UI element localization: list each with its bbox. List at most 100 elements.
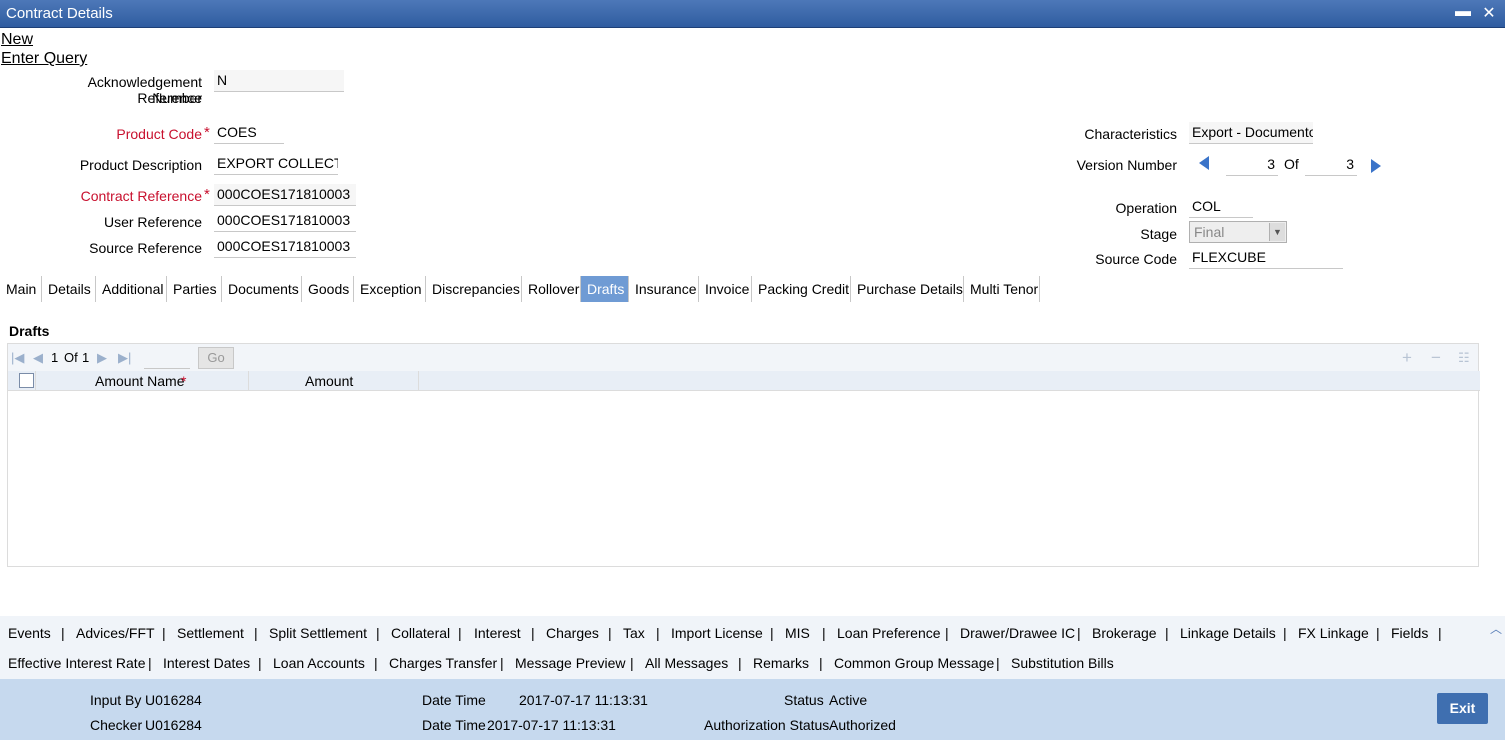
version-current-field[interactable]: 3 <box>1226 154 1278 176</box>
delete-row-icon[interactable]: − <box>1431 348 1441 368</box>
minimize-icon[interactable]: ▬ <box>1452 3 1474 23</box>
link-import-license[interactable]: Import License <box>671 625 763 641</box>
go-button[interactable]: Go <box>198 347 234 369</box>
tab-exception[interactable]: Exception <box>354 276 426 302</box>
link-advices-fft[interactable]: Advices/FFT <box>76 625 155 641</box>
next-page-icon[interactable]: ▶ <box>97 350 107 366</box>
single-view-icon[interactable]: ☷ <box>1458 350 1470 366</box>
link-linkage-details[interactable]: Linkage Details <box>1180 625 1276 641</box>
link-charges-transfer[interactable]: Charges Transfer <box>389 655 497 671</box>
tab-parties[interactable]: Parties <box>167 276 222 302</box>
link-separator: | <box>258 655 262 671</box>
link-remarks[interactable]: Remarks <box>753 655 809 671</box>
exit-button[interactable]: Exit <box>1437 693 1488 724</box>
tab-goods[interactable]: Goods <box>302 276 354 302</box>
link-separator: | <box>254 625 258 641</box>
link-separator: | <box>630 655 634 671</box>
chevron-up-icon[interactable]: ︿ <box>1490 620 1502 637</box>
tab-documents[interactable]: Documents <box>222 276 302 302</box>
required-marker: * <box>204 124 210 141</box>
link-effective-interest-rate[interactable]: Effective Interest Rate <box>8 655 145 671</box>
link-separator: | <box>162 625 166 641</box>
drafts-grid: |◀ ◀ 1 Of 1 ▶ ▶| Go + − ☷ Amount Name * … <box>7 343 1480 567</box>
link-loan-accounts[interactable]: Loan Accounts <box>273 655 365 671</box>
link-separator: | <box>148 655 152 671</box>
select-all-checkbox[interactable] <box>19 373 34 388</box>
add-row-icon[interactable]: + <box>1402 348 1412 368</box>
link-interest[interactable]: Interest <box>474 625 521 641</box>
last-page-icon[interactable]: ▶| <box>118 350 131 366</box>
close-icon[interactable]: ✕ <box>1478 3 1500 23</box>
tab-rollover[interactable]: Rollover <box>522 276 581 302</box>
previous-page-icon[interactable]: ◀ <box>33 350 43 366</box>
product-code-field[interactable]: COES <box>214 122 284 144</box>
link-loan-preference[interactable]: Loan Preference <box>837 625 941 641</box>
user-ref-field[interactable]: 000COES171810003 <box>214 210 356 232</box>
grid-toolbar: |◀ ◀ 1 Of 1 ▶ ▶| Go + − ☷ <box>8 344 1478 371</box>
stage-label: Stage <box>1140 226 1177 242</box>
tab-details[interactable]: Details <box>42 276 96 302</box>
link-collateral[interactable]: Collateral <box>391 625 450 641</box>
tab-additional[interactable]: Additional <box>96 276 167 302</box>
tab-main[interactable]: Main <box>0 276 42 302</box>
first-page-icon[interactable]: |◀ <box>11 350 24 366</box>
contract-ref-label: Contract Reference <box>80 188 202 204</box>
operation-label: Operation <box>1115 200 1177 216</box>
tab-packing-credit[interactable]: Packing Credit <box>752 276 851 302</box>
date-time-value: 2017-07-17 11:13:31 <box>519 692 648 708</box>
tab-purchase-details[interactable]: Purchase Details <box>851 276 964 302</box>
tab-discrepancies[interactable]: Discrepancies <box>426 276 522 302</box>
previous-version-icon[interactable] <box>1199 156 1209 170</box>
operation-field[interactable]: COL <box>1189 196 1253 218</box>
tab-multi-tenor[interactable]: Multi Tenor <box>964 276 1040 302</box>
link-split-settlement[interactable]: Split Settlement <box>269 625 367 641</box>
stage-select[interactable]: Final ▼ <box>1189 221 1287 243</box>
characteristics-field[interactable]: Export - Documento <box>1189 122 1313 144</box>
enter-query-link[interactable]: Enter Query <box>1 50 87 68</box>
tab-drafts[interactable]: Drafts <box>581 276 629 302</box>
pager-current: 1 <box>51 350 59 365</box>
contract-ref-field[interactable]: 000COES171810003 <box>214 184 356 206</box>
source-ref-field[interactable]: 000COES171810003 <box>214 236 356 258</box>
grid-header: Amount Name * Amount <box>8 371 1480 391</box>
tab-bar: Main Details Additional Parties Documents Goo… <box>0 276 1505 302</box>
tab-insurance[interactable]: Insurance <box>629 276 699 302</box>
link-mis[interactable]: MIS <box>785 625 810 641</box>
link-fx-linkage[interactable]: FX Linkage <box>1298 625 1369 641</box>
column-amount-name[interactable]: Amount Name * <box>35 371 249 391</box>
tab-invoice[interactable]: Invoice <box>699 276 752 302</box>
link-message-preview[interactable]: Message Preview <box>515 655 626 671</box>
source-ref-label: Source Reference <box>89 240 202 256</box>
date-time-label: Date Time <box>422 692 486 708</box>
link-brokerage[interactable]: Brokerage <box>1092 625 1157 641</box>
status-label: Status <box>784 692 824 708</box>
link-separator: | <box>458 625 462 641</box>
link-separator: | <box>996 655 1000 671</box>
link-separator: | <box>945 625 949 641</box>
link-all-messages[interactable]: All Messages <box>645 655 728 671</box>
product-desc-label: Product Description <box>79 157 202 173</box>
link-settlement[interactable]: Settlement <box>177 625 244 641</box>
authorization-status-value: Authorized <box>829 717 896 733</box>
column-amount[interactable]: Amount <box>249 371 419 391</box>
next-version-icon[interactable] <box>1371 159 1381 173</box>
link-interest-dates[interactable]: Interest Dates <box>163 655 250 671</box>
link-substitution-bills[interactable]: Substitution Bills <box>1011 655 1114 671</box>
input-by-label: Input By <box>90 692 142 708</box>
link-separator: | <box>656 625 660 641</box>
link-events[interactable]: Events <box>8 625 51 641</box>
link-common-group-message[interactable]: Common Group Message <box>834 655 994 671</box>
new-link[interactable]: New <box>1 31 33 49</box>
source-code-field[interactable]: FLEXCUBE <box>1189 247 1343 269</box>
link-charges[interactable]: Charges <box>546 625 599 641</box>
link-separator: | <box>374 655 378 671</box>
link-drawer-drawee-ic[interactable]: Drawer/Drawee IC <box>960 625 1075 641</box>
link-fields[interactable]: Fields <box>1391 625 1428 641</box>
characteristics-label: Characteristics <box>1084 126 1177 142</box>
product-desc-field[interactable]: EXPORT COLLECTIO <box>214 153 338 175</box>
page-number-input[interactable] <box>144 347 190 369</box>
ack-ref-field[interactable]: N <box>214 70 344 92</box>
product-code-label: Product Code <box>116 126 202 142</box>
link-tax[interactable]: Tax <box>623 625 645 641</box>
chevron-down-icon[interactable]: ▼ <box>1269 223 1285 241</box>
